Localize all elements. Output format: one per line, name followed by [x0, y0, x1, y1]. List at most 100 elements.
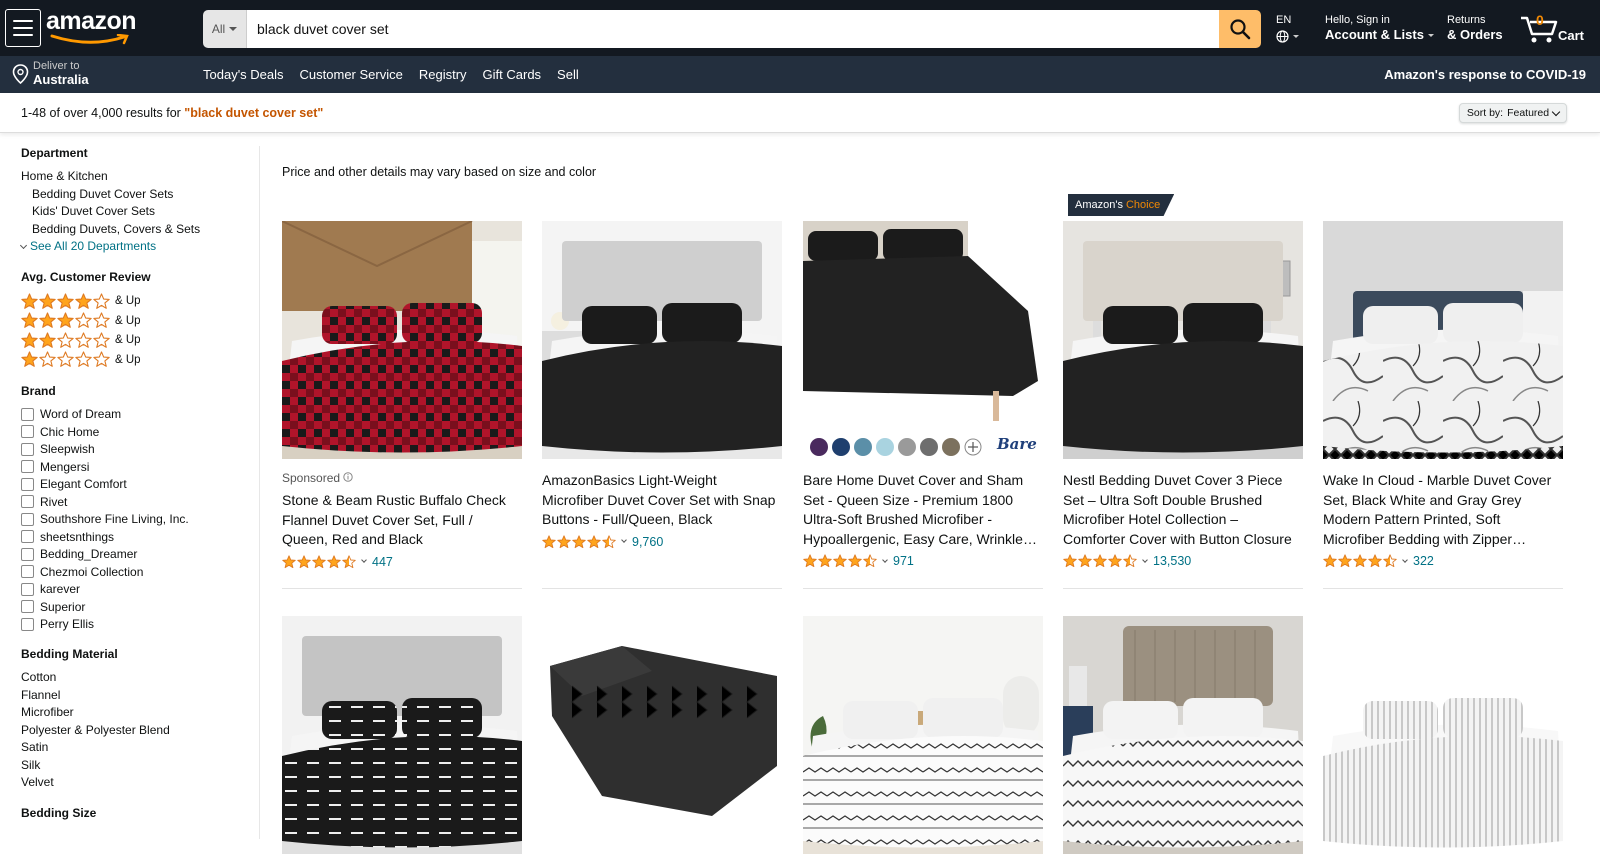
product-image[interactable] — [1323, 616, 1563, 854]
search-category-dropdown[interactable]: All — [203, 10, 247, 48]
department-duvet-cover-sets[interactable]: Bedding Duvet Cover Sets — [21, 186, 251, 204]
color-swatch[interactable] — [898, 438, 916, 456]
brand-checkbox[interactable] — [21, 617, 34, 631]
brand-checkbox[interactable] — [21, 512, 34, 526]
review-count[interactable]: 971 — [893, 554, 914, 568]
review-count[interactable]: 447 — [372, 555, 393, 569]
product-card[interactable]: Sponsored Stone & Beam Rustic Buffalo Ch… — [282, 221, 522, 570]
product-card[interactable]: Wake In Cloud - Marble Duvet Cover Set, … — [1323, 221, 1563, 569]
product-title[interactable]: Nestl Bedding Duvet Cover 3 Piece Set – … — [1063, 471, 1303, 549]
more-colors-icon[interactable] — [964, 438, 982, 456]
gift-cards-link[interactable]: Gift Cards — [483, 67, 542, 82]
color-swatch[interactable] — [920, 438, 938, 456]
color-swatch[interactable] — [942, 438, 960, 456]
brand-filter[interactable]: Sleepwish — [21, 441, 251, 459]
department-bedding-duvets[interactable]: Bedding Duvets, Covers & Sets — [21, 221, 251, 239]
product-card[interactable]: Bare Bare Home Duvet Cover and Sham Set -… — [803, 221, 1043, 569]
product-card[interactable] — [542, 616, 782, 854]
hamburger-menu-icon[interactable] — [5, 9, 41, 47]
color-swatch[interactable] — [810, 438, 828, 456]
brand-checkbox[interactable] — [21, 530, 34, 544]
product-image[interactable] — [803, 616, 1043, 854]
covid-response-link[interactable]: Amazon's response to COVID-19 — [1384, 67, 1586, 82]
review-count[interactable]: 9,760 — [632, 535, 663, 549]
review-filter-3-stars[interactable]: & Up — [21, 311, 251, 331]
product-card[interactable]: Nestl Bedding Duvet Cover 3 Piece Set – … — [1063, 221, 1303, 569]
brand-filter[interactable]: sheetsnthings — [21, 528, 251, 546]
registry-link[interactable]: Registry — [419, 67, 467, 82]
material-filter[interactable]: Flannel — [21, 687, 251, 705]
brand-checkbox[interactable] — [21, 582, 34, 596]
review-count[interactable]: 13,530 — [1153, 554, 1191, 568]
product-image[interactable]: Bare — [803, 221, 1043, 459]
brand-filter[interactable]: Southshore Fine Living, Inc. — [21, 511, 251, 529]
material-filter[interactable]: Cotton — [21, 669, 251, 687]
brand-checkbox[interactable] — [21, 565, 34, 579]
product-rating[interactable]: 9,760 — [542, 534, 782, 550]
material-filter[interactable]: Microfiber — [21, 704, 251, 722]
material-filter[interactable]: Satin — [21, 739, 251, 757]
product-rating[interactable]: 322 — [1323, 553, 1563, 569]
brand-filter[interactable]: Elegant Comfort — [21, 476, 251, 494]
brand-checkbox[interactable] — [21, 425, 34, 439]
brand-filter[interactable]: Rivet — [21, 493, 251, 511]
brand-filter[interactable]: Chezmoi Collection — [21, 563, 251, 581]
review-filter-1-stars[interactable]: & Up — [21, 350, 251, 370]
product-rating[interactable]: 13,530 — [1063, 553, 1303, 569]
product-title[interactable]: Stone & Beam Rustic Buffalo Check Flanne… — [282, 491, 522, 550]
product-card[interactable] — [1323, 616, 1563, 854]
product-rating[interactable]: 447 — [282, 554, 522, 570]
brand-checkbox[interactable] — [21, 460, 34, 474]
brand-filter[interactable]: Chic Home — [21, 423, 251, 441]
product-card[interactable]: AmazonBasics Light-Weight Microfiber Duv… — [542, 221, 782, 550]
brand-checkbox[interactable] — [21, 547, 34, 561]
product-image[interactable] — [1323, 221, 1563, 459]
material-filter[interactable]: Polyester & Polyester Blend — [21, 722, 251, 740]
brand-checkbox[interactable] — [21, 442, 34, 456]
product-title[interactable]: Wake In Cloud - Marble Duvet Cover Set, … — [1323, 471, 1563, 549]
color-swatch[interactable] — [876, 438, 894, 456]
product-card[interactable] — [803, 616, 1043, 854]
brand-filter[interactable]: karever — [21, 581, 251, 599]
product-title[interactable]: Bare Home Duvet Cover and Sham Set - Que… — [803, 471, 1043, 549]
product-image[interactable] — [542, 616, 782, 854]
color-swatch[interactable] — [854, 438, 872, 456]
see-all-departments-link[interactable]: See All 20 Departments — [19, 238, 251, 256]
brand-filter[interactable]: Word of Dream — [21, 406, 251, 424]
sell-link[interactable]: Sell — [557, 67, 579, 82]
language-selector[interactable]: EN — [1276, 14, 1299, 43]
product-rating[interactable]: 971 — [803, 553, 1043, 569]
product-title[interactable]: AmazonBasics Light-Weight Microfiber Duv… — [542, 471, 782, 530]
brand-filter[interactable]: Mengersi — [21, 458, 251, 476]
customer-service-link[interactable]: Customer Service — [300, 67, 403, 82]
brand-filter[interactable]: Superior — [21, 598, 251, 616]
brand-checkbox[interactable] — [21, 495, 34, 509]
returns-orders-link[interactable]: Returns & Orders — [1447, 14, 1503, 43]
cart-button[interactable]: 0 Cart — [1520, 12, 1592, 46]
color-swatch[interactable] — [832, 438, 850, 456]
review-count[interactable]: 322 — [1413, 554, 1434, 568]
department-home-kitchen[interactable]: Home & Kitchen — [21, 168, 251, 186]
product-image[interactable] — [1063, 616, 1303, 854]
brand-filter[interactable]: Bedding_Dreamer — [21, 546, 251, 564]
product-image[interactable] — [542, 221, 782, 459]
deliver-to-location[interactable]: Deliver to Australia — [12, 60, 89, 87]
brand-checkbox[interactable] — [21, 477, 34, 491]
material-filter[interactable]: Silk — [21, 757, 251, 775]
product-image[interactable] — [282, 616, 522, 854]
brand-checkbox[interactable] — [21, 407, 34, 421]
brand-filter[interactable]: Perry Ellis — [21, 616, 251, 634]
brand-checkbox[interactable] — [21, 600, 34, 614]
product-card[interactable] — [282, 616, 522, 854]
amazon-logo[interactable]: amazon — [46, 8, 142, 48]
material-filter[interactable]: Velvet — [21, 774, 251, 792]
sort-dropdown[interactable]: Sort by: Featured — [1459, 103, 1567, 123]
department-kids-duvet-cover-sets[interactable]: Kids' Duvet Cover Sets — [21, 203, 251, 221]
sponsored-label[interactable]: Sponsored — [282, 471, 522, 485]
product-image[interactable] — [1063, 221, 1303, 459]
todays-deals-link[interactable]: Today's Deals — [203, 67, 284, 82]
review-filter-2-stars[interactable]: & Up — [21, 331, 251, 351]
product-image[interactable] — [282, 221, 522, 459]
search-input[interactable] — [247, 10, 1219, 48]
search-button[interactable] — [1219, 10, 1261, 48]
